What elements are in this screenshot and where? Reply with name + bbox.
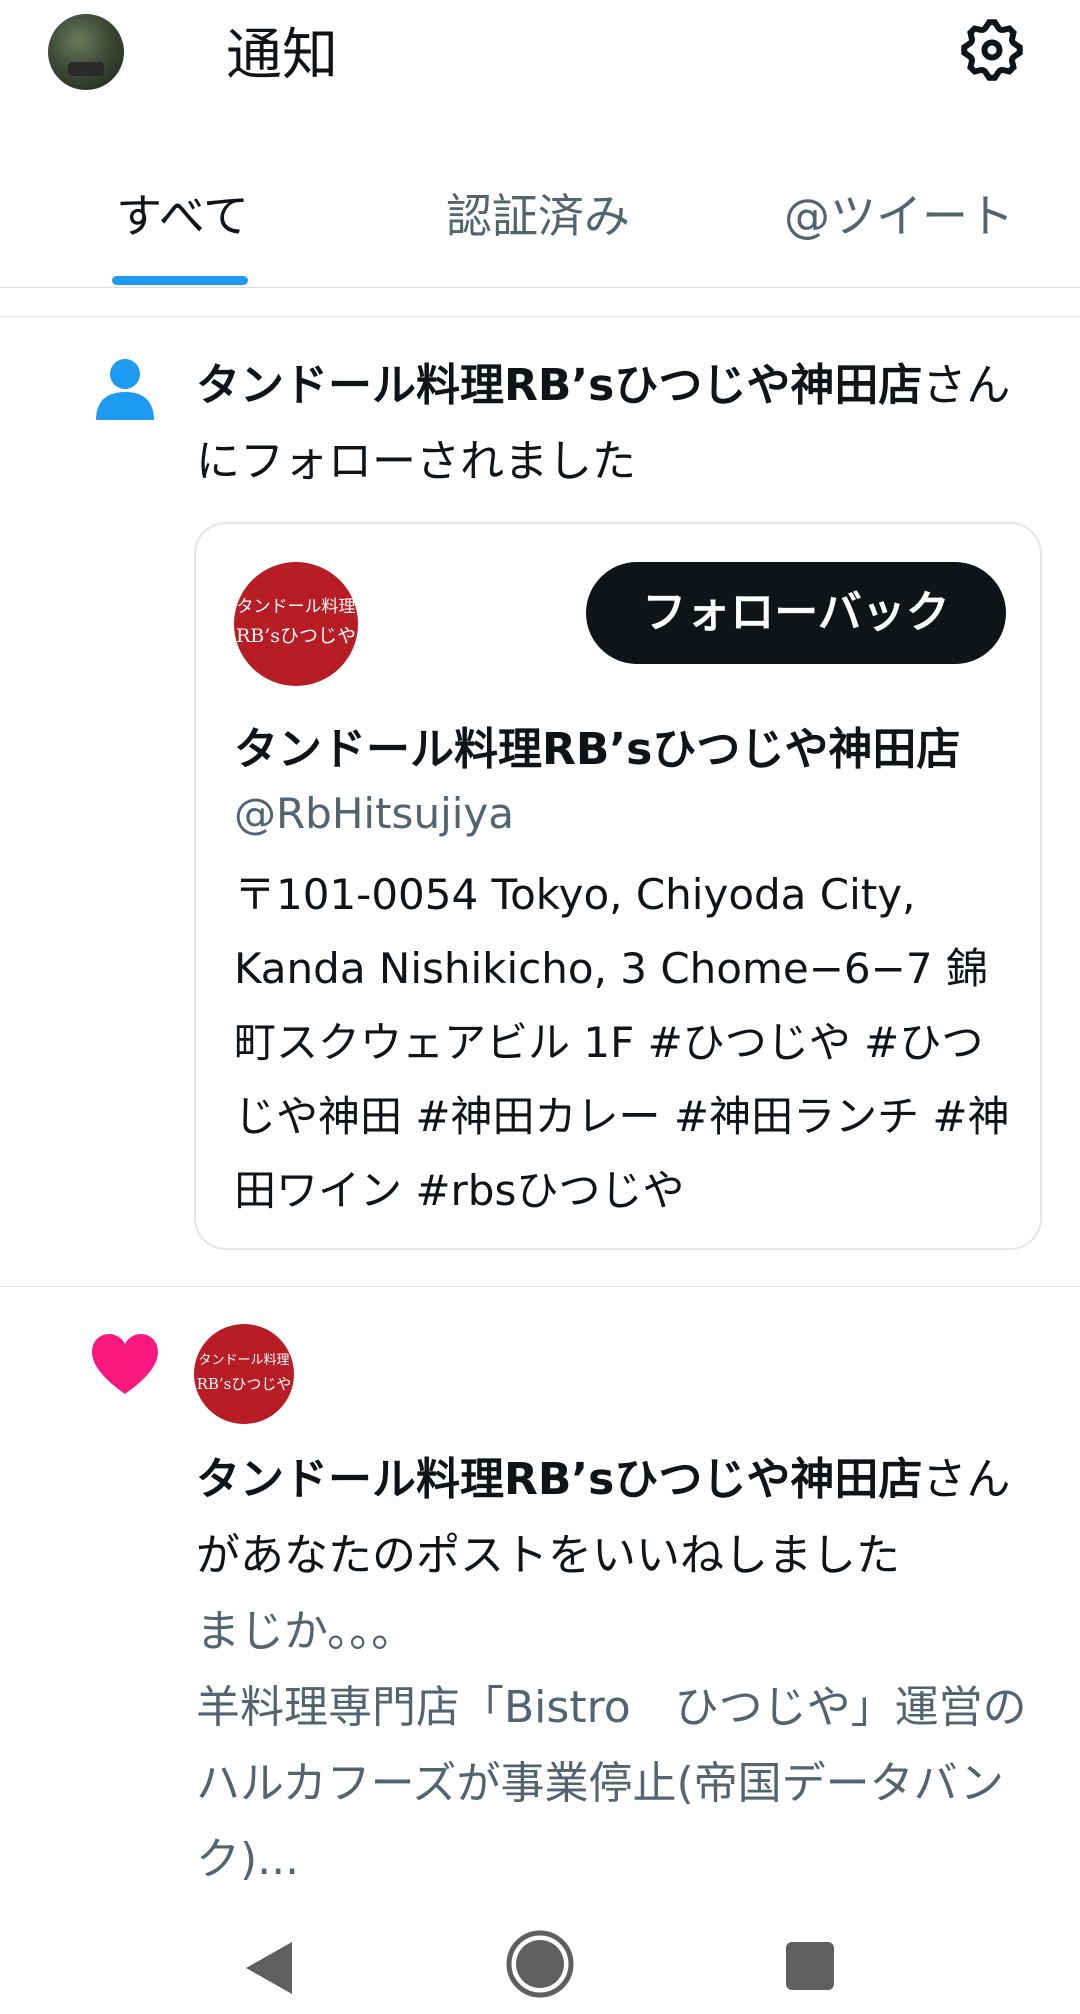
follow-notification-text: タンドール料理RB’sひつじや神田店さんにフォローされました — [196, 348, 1026, 500]
divider — [0, 1286, 1080, 1287]
user-card[interactable]: タンドール料理 RB’sひつじや フォローバック タンドール料理RB’sひつじや… — [194, 522, 1042, 1250]
person-icon — [96, 359, 154, 420]
avatar-logo-line2: RB’sひつじや — [196, 1375, 292, 1393]
user-display-name[interactable]: タンドール料理RB’sひつじや神田店 — [234, 720, 960, 780]
system-navigation-bar — [0, 1920, 1080, 2014]
user-bio: 〒101-0054 Tokyo, Chiyoda City, Kanda Nis… — [234, 870, 1010, 1215]
heart-icon — [92, 1334, 158, 1394]
liker-avatar[interactable]: タンドール料理 RB’sひつじや — [194, 1324, 294, 1424]
like-notification-text: タンドール料理RB’sひつじや神田店さんがあなたのポストをいいねしました — [196, 1442, 1026, 1594]
divider — [0, 316, 1080, 317]
profile-avatar[interactable] — [48, 14, 124, 90]
notification-tabs: すべて 認証済み @ツイート — [0, 160, 1080, 288]
liked-post-preview[interactable]: まじか。。。 羊料理専門店「Bistro ひつじや」運営のハルカフーズが事業停止… — [196, 1594, 1046, 1898]
avatar-logo-line1: タンドール料理 — [236, 597, 356, 617]
tab-verified[interactable]: 認証済み — [446, 184, 630, 248]
recents-square-icon[interactable] — [786, 1942, 834, 1990]
home-circle-icon[interactable] — [506, 1930, 574, 1998]
gear-icon[interactable] — [956, 14, 1028, 86]
tab-all[interactable]: すべて — [116, 184, 249, 248]
avatar-logo-line1: タンドール料理 — [198, 1353, 290, 1368]
notification-user-name[interactable]: タンドール料理RB’sひつじや神田店 — [196, 360, 922, 411]
follow-back-button[interactable]: フォローバック — [586, 562, 1006, 664]
active-tab-indicator — [112, 276, 248, 285]
user-avatar[interactable]: タンドール料理 RB’sひつじや — [234, 562, 358, 686]
tab-mentions[interactable]: @ツイート — [784, 184, 1014, 248]
avatar-logo-line2: RB’sひつじや — [235, 625, 357, 647]
notification-user-name[interactable]: タンドール料理RB’sひつじや神田店 — [196, 1454, 922, 1505]
user-handle: @RbHitsujiya — [234, 789, 514, 838]
page-title: 通知 — [226, 23, 338, 88]
top-app-bar: 通知 — [0, 0, 1080, 110]
back-triangle-icon[interactable] — [242, 1940, 298, 1996]
